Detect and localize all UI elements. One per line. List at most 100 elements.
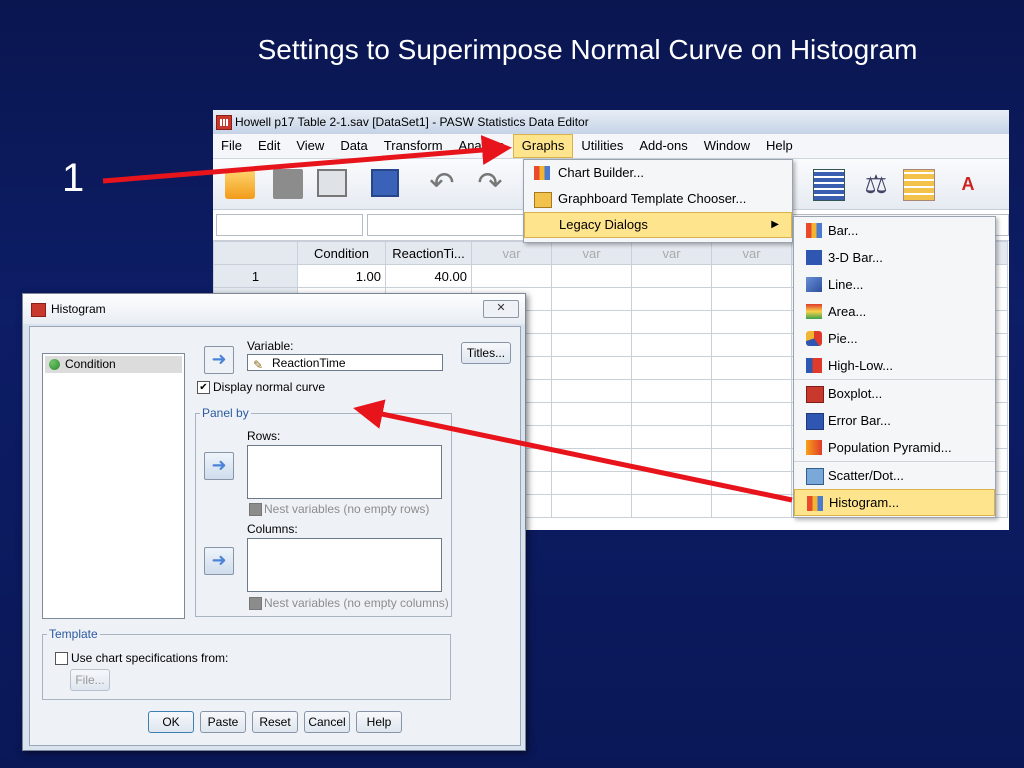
menu-help[interactable]: Help (758, 134, 801, 158)
menu-edit[interactable]: Edit (250, 134, 288, 158)
column-header-var[interactable]: var (711, 241, 792, 265)
paste-button[interactable]: Paste (200, 711, 246, 733)
menu-item-error-bar[interactable]: Error Bar... (794, 407, 995, 434)
column-header-var[interactable]: var (551, 241, 632, 265)
menu-file[interactable]: File (213, 134, 250, 158)
menu-data[interactable]: Data (332, 134, 375, 158)
empty-cell[interactable] (711, 402, 792, 426)
menu-view[interactable]: View (288, 134, 332, 158)
empty-cell[interactable] (471, 264, 552, 288)
column-header-reactiontime[interactable]: ReactionTi... (385, 241, 472, 265)
empty-cell[interactable] (631, 425, 712, 449)
empty-cell[interactable] (711, 471, 792, 495)
open-folder-icon[interactable] (225, 169, 255, 199)
empty-cell[interactable] (711, 310, 792, 334)
empty-cell[interactable] (551, 471, 632, 495)
use-chart-spec-label[interactable]: Use chart specifications from: (71, 651, 228, 665)
column-header-var[interactable]: var (631, 241, 712, 265)
titles-button[interactable]: Titles... (461, 342, 511, 364)
empty-cell[interactable] (631, 471, 712, 495)
menu-item-boxplot[interactable]: Boxplot... (794, 380, 995, 407)
move-to-variable-button[interactable]: ➜ (204, 346, 234, 374)
source-variable-list[interactable]: Condition (42, 353, 185, 619)
empty-cell[interactable] (631, 379, 712, 403)
menu-item-population-pyramid[interactable]: Population Pyramid... (794, 434, 995, 462)
menu-item-area[interactable]: Area... (794, 298, 995, 325)
menu-item-3d-bar[interactable]: 3-D Bar... (794, 244, 995, 271)
empty-cell[interactable] (711, 425, 792, 449)
column-header-var[interactable]: var (471, 241, 552, 265)
empty-cell[interactable] (631, 448, 712, 472)
split-file-icon[interactable] (903, 169, 935, 201)
menu-item-histogram[interactable]: Histogram... (794, 489, 995, 516)
empty-cell[interactable] (551, 425, 632, 449)
empty-cell[interactable] (551, 379, 632, 403)
menu-utilities[interactable]: Utilities (573, 134, 631, 158)
empty-cell[interactable] (631, 494, 712, 518)
cell-condition[interactable]: 1.00 (297, 264, 386, 288)
columns-field[interactable] (247, 538, 442, 592)
value-labels-icon[interactable]: A (953, 169, 983, 199)
empty-cell[interactable] (631, 310, 712, 334)
row-number[interactable]: 1 (213, 264, 298, 288)
dialog-recall-icon[interactable] (371, 169, 399, 197)
empty-cell[interactable] (711, 379, 792, 403)
empty-cell[interactable] (711, 494, 792, 518)
file-button[interactable]: File... (70, 669, 110, 691)
move-to-columns-button[interactable]: ➜ (204, 547, 234, 575)
empty-cell[interactable] (551, 356, 632, 380)
empty-cell[interactable] (711, 287, 792, 311)
empty-cell[interactable] (711, 448, 792, 472)
help-button[interactable]: Help (356, 711, 402, 733)
list-item[interactable]: Condition (45, 356, 182, 373)
menu-item-legacy-dialogs[interactable]: Legacy Dialogs ▶ (524, 212, 792, 238)
menu-item-scatter-dot[interactable]: Scatter/Dot... (794, 462, 995, 489)
print-icon[interactable] (317, 169, 347, 197)
menu-item-bar[interactable]: Bar... (794, 217, 995, 244)
cell-reference-field[interactable] (216, 214, 363, 236)
menu-transform[interactable]: Transform (376, 134, 451, 158)
empty-cell[interactable] (551, 287, 632, 311)
empty-cell[interactable] (551, 264, 632, 288)
weight-cases-icon[interactable]: ⚖ (861, 169, 891, 199)
empty-cell[interactable] (551, 402, 632, 426)
undo-icon[interactable]: ↶ (427, 169, 457, 199)
move-to-rows-button[interactable]: ➜ (204, 452, 234, 480)
empty-cell[interactable] (631, 287, 712, 311)
empty-cell[interactable] (711, 264, 792, 288)
menu-item-graphboard-template-chooser[interactable]: Graphboard Template Chooser... (524, 186, 792, 212)
nest-columns-checkbox[interactable] (249, 597, 262, 610)
empty-cell[interactable] (631, 356, 712, 380)
use-chart-spec-checkbox[interactable] (55, 652, 68, 665)
nest-rows-checkbox[interactable] (249, 503, 262, 516)
empty-cell[interactable] (551, 333, 632, 357)
empty-cell[interactable] (551, 448, 632, 472)
menu-item-chart-builder[interactable]: Chart Builder... (524, 160, 792, 186)
empty-cell[interactable] (631, 402, 712, 426)
display-normal-curve-label[interactable]: Display normal curve (213, 380, 325, 394)
reset-button[interactable]: Reset (252, 711, 298, 733)
menu-item-high-low[interactable]: High-Low... (794, 352, 995, 380)
empty-cell[interactable] (631, 333, 712, 357)
go-to-case-icon[interactable] (813, 169, 845, 201)
close-button[interactable]: ✕ (483, 300, 519, 318)
menu-item-pie[interactable]: Pie... (794, 325, 995, 352)
cell-reactiontime[interactable]: 40.00 (385, 264, 472, 288)
save-icon[interactable] (273, 169, 303, 199)
redo-icon[interactable]: ↷ (475, 169, 505, 199)
empty-cell[interactable] (631, 264, 712, 288)
menu-window[interactable]: Window (696, 134, 758, 158)
empty-cell[interactable] (551, 494, 632, 518)
menu-item-line[interactable]: Line... (794, 271, 995, 298)
display-normal-curve-checkbox[interactable]: ✔ (197, 381, 210, 394)
menu-addons[interactable]: Add-ons (631, 134, 695, 158)
empty-cell[interactable] (551, 310, 632, 334)
column-header-condition[interactable]: Condition (297, 241, 386, 265)
rows-field[interactable] (247, 445, 442, 499)
ok-button[interactable]: OK (148, 711, 194, 733)
cancel-button[interactable]: Cancel (304, 711, 350, 733)
empty-cell[interactable] (711, 356, 792, 380)
empty-cell[interactable] (711, 333, 792, 357)
menu-analyze[interactable]: Analyze (451, 134, 513, 158)
menu-graphs[interactable]: Graphs (512, 134, 574, 158)
